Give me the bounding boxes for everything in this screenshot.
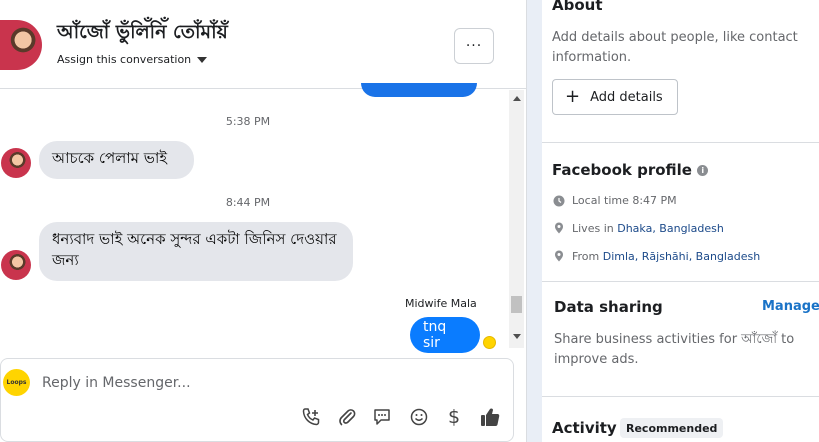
facebook-profile-title-text: Facebook profile [552, 161, 692, 179]
location-pin-icon [555, 222, 563, 234]
data-sharing-text: Share business activities for আঁজোঁ to i… [554, 332, 795, 367]
add-details-label: Add details [590, 89, 663, 105]
message-timestamp: 5:38 PM [225, 115, 271, 128]
seen-indicator-avatar [483, 336, 496, 349]
scrollbar-thumb[interactable] [511, 296, 522, 313]
message-timestamp: 8:44 PM [225, 196, 271, 209]
manage-link[interactable]: Manage [762, 299, 819, 314]
data-sharing-title: Data sharing [554, 298, 663, 316]
lives-in-link[interactable]: Dhaka, Bangladesh [617, 222, 724, 235]
assign-conversation-dropdown[interactable]: Assign this conversation [57, 53, 208, 66]
emoji-icon[interactable] [407, 405, 431, 429]
from-label: From [572, 250, 603, 263]
panel-gutter [527, 0, 542, 442]
contact-name: আঁজোঁ ভুঁলিঁনিঁ তোঁমাঁয়ঁ [57, 21, 228, 43]
section-divider [542, 142, 819, 143]
section-divider [542, 396, 819, 397]
sender-name: Midwife Mala [405, 297, 477, 310]
reply-input[interactable] [42, 372, 482, 394]
like-icon[interactable] [478, 405, 502, 429]
sender-avatar [1, 250, 31, 280]
from-location: From Dimla, Rājshāhi, Bangladesh [572, 250, 760, 263]
info-icon[interactable]: i [697, 165, 709, 176]
add-call-icon[interactable] [299, 405, 323, 429]
dollar-icon[interactable]: $ [442, 405, 466, 429]
section-divider [542, 281, 819, 282]
saved-reply-icon[interactable] [370, 405, 394, 429]
plus-icon: + [565, 86, 581, 107]
recommended-badge: Recommended [620, 418, 724, 438]
incoming-message: আচকে পেলাম ভাই [39, 141, 194, 179]
lives-in: Lives in Dhaka, Bangladesh [572, 222, 724, 235]
assign-label: Assign this conversation [57, 53, 192, 66]
outgoing-message: tnq sir [410, 317, 480, 353]
scroll-down-icon[interactable] [513, 334, 521, 339]
about-title: About [552, 0, 603, 14]
facebook-profile-title: Facebook profile i [552, 161, 709, 179]
caret-down-icon [197, 57, 208, 63]
attachment-icon[interactable] [335, 405, 359, 429]
local-time: Local time 8:47 PM [572, 194, 677, 207]
sender-avatar [1, 148, 31, 178]
about-text: Add details about people, like contact i… [552, 30, 798, 65]
activity-title: Activity [552, 419, 617, 437]
scroll-up-icon[interactable] [513, 96, 521, 101]
lives-in-label: Lives in [572, 222, 618, 235]
location-pin-icon [555, 250, 563, 262]
previous-outgoing-message [361, 83, 477, 97]
clock-icon [553, 195, 565, 207]
more-icon: ··· [465, 38, 483, 54]
reply-composer [0, 358, 514, 442]
page-avatar: Loops [3, 369, 30, 396]
incoming-message: ধন্যবাদ ভাই অনেক সুন্দর একটা জিনিস দেওয়… [39, 222, 353, 281]
from-link[interactable]: Dimla, Rājshāhi, Bangladesh [603, 250, 760, 263]
add-details-button[interactable]: + Add details [552, 79, 678, 115]
more-options-button[interactable]: ··· [454, 28, 494, 64]
